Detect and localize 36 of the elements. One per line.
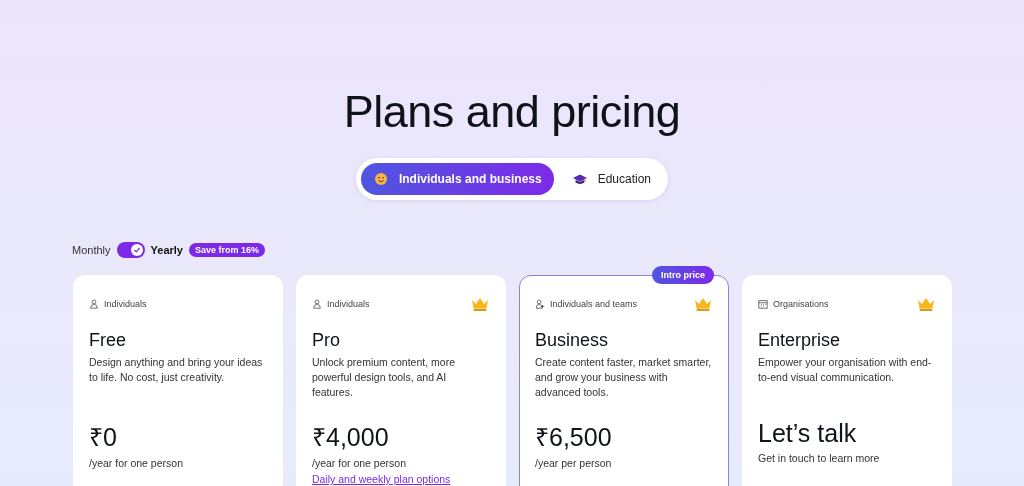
plan-description: Unlock premium content, more powerful design tools, and AI features. [312,355,456,400]
audience-label: Individuals and teams [550,299,639,309]
audience-label: Organisations [773,299,830,309]
price-note: Get in touch to learn more [758,452,881,464]
plan-options-link[interactable]: Daily and weekly plan options [312,473,451,485]
plan-price: ₹0 [89,422,118,453]
plan-price: ₹4,000 [312,422,390,453]
graduation-cap-icon [571,172,588,186]
plan-description: Design anything and bring your ideas to life. No cost, just creativity. [89,355,264,385]
audience-label: Individuals [327,299,371,309]
plan-description: Empower your organisation with end-to-end visual communication. [758,355,933,385]
person-icon [89,299,99,309]
intro-price-badge: Intro price [652,266,714,284]
yearly-label: Yearly [150,244,183,256]
plan-name: Free [89,330,127,351]
price-note: /year per person [535,457,613,469]
building-icon [758,299,768,309]
billing-toggle[interactable] [116,242,145,258]
plan-price: Let’s talk [758,419,858,448]
audience-tab[interactable]: Individuals and business [360,163,554,195]
price-note: /year for one person [89,457,184,469]
person-plus-icon [535,299,545,309]
plan-description: Create content faster, market smarter, and grow your business with advanced tools. [535,355,713,400]
plan-name: Pro [312,330,341,351]
person-icon [312,299,322,309]
plan-name: Business [535,330,610,351]
audience-label: Individuals [104,299,148,309]
price-note: /year for one person [312,457,407,469]
plan-price: ₹6,500 [535,422,613,453]
audience-tab[interactable]: Education [559,163,664,195]
plan-name: Enterprise [758,330,842,351]
check-icon [132,246,141,254]
page-title: Plans and pricing [343,86,681,138]
smiley-icon [372,172,389,186]
savings-badge: Save from 16% [188,243,265,257]
monthly-label: Monthly [72,244,111,256]
